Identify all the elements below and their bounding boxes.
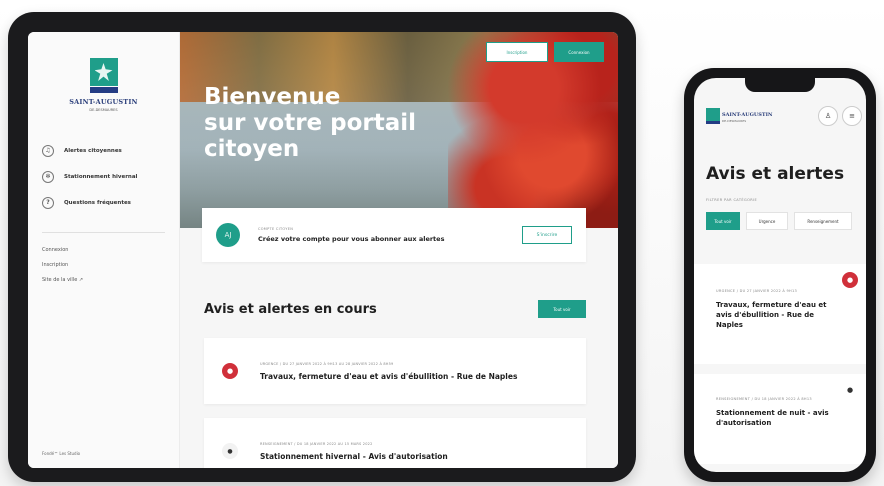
sidebar-item-label: Alertes citoyennes — [64, 148, 122, 154]
sidebar-divider — [42, 232, 165, 233]
alert-item[interactable]: ● URGENCE / DU 27 JANVIER 2022 À 9H13 AU… — [204, 338, 586, 404]
alert-title: Travaux, fermeture d'eau et avis d'ébull… — [260, 371, 518, 381]
sidebar-footer[interactable]: Fondé™ Les Studio — [42, 451, 80, 456]
register-link[interactable]: Inscription — [42, 258, 165, 273]
alert-title: Stationnement hivernal - Avis d'autorisa… — [260, 451, 448, 461]
page-title: Avis et alertes — [706, 164, 845, 184]
login-button[interactable]: Connexion — [554, 42, 604, 62]
drop-icon: ● — [222, 363, 238, 379]
logo-subtitle: DE-DESMAURES — [722, 119, 747, 123]
signup-eyebrow: COMPTE CITOYEN — [258, 227, 294, 231]
main-content: Bienvenue sur votre portail citoyen Insc… — [180, 32, 618, 468]
sidebar-nav: ♫ Alertes citoyennes ✻ Stationnement hiv… — [42, 138, 165, 216]
alert-card[interactable]: ● RENSEIGNEMENT / DU 18 JANVIER 2022 À 8… — [694, 374, 866, 464]
tablet-device: SAINT-AUGUSTIN DE-DESMAURES ♫ Alertes ci… — [8, 12, 636, 482]
menu-icon[interactable]: ≡ — [842, 106, 862, 126]
avatar: AJ — [216, 223, 240, 247]
tablet-screen: SAINT-AUGUSTIN DE-DESMAURES ♫ Alertes ci… — [28, 32, 618, 468]
alert-title: Travaux, fermeture d'eau et avis d'ébull… — [716, 301, 827, 329]
info-icon: ● — [222, 443, 238, 459]
signup-button[interactable]: S'inscrire — [522, 226, 572, 244]
hero-title: Bienvenue sur votre portail citoyen — [204, 84, 417, 162]
category-filters: Tout voir Urgence Renseignement — [706, 212, 852, 230]
sidebar-item-questions[interactable]: ? Questions fréquentes — [42, 190, 165, 216]
filter-renseignement[interactable]: Renseignement — [794, 212, 852, 230]
alert-meta: RENSEIGNEMENT / DU 18 JANVIER 2022 AU 15… — [260, 441, 373, 446]
filter-label: FILTRER PAR CATÉGORIE — [706, 198, 758, 202]
phone-device: SAINT-AUGUSTIN DE-DESMAURES ♙ ≡ Avis et … — [684, 68, 876, 482]
alert-title: Stationnement de nuit - avis d'autorisat… — [716, 409, 829, 427]
signup-card: AJ COMPTE CITOYEN Créez votre compte pou… — [202, 208, 586, 262]
info-icon: ● — [842, 382, 858, 398]
phone-notch — [745, 78, 815, 92]
alert-meta: RENSEIGNEMENT / DU 18 JANVIER 2022 À 8H1… — [716, 397, 812, 401]
city-logo[interactable] — [706, 108, 720, 124]
signup-copy: COMPTE CITOYEN Créez votre compte pour v… — [258, 227, 444, 243]
snowflake-icon: ✻ — [42, 171, 54, 183]
section-title: Avis et alertes en cours — [204, 302, 377, 317]
sidebar-item-label: Questions fréquentes — [64, 200, 131, 206]
mockup-stage: SAINT-AUGUSTIN DE-DESMAURES ♫ Alertes ci… — [0, 0, 884, 486]
question-icon: ? — [42, 197, 54, 209]
phone-screen: SAINT-AUGUSTIN DE-DESMAURES ♙ ≡ Avis et … — [694, 78, 866, 472]
user-icon[interactable]: ♙ — [818, 106, 838, 126]
alert-item[interactable]: ● RENSEIGNEMENT / DU 18 JANVIER 2022 AU … — [204, 418, 586, 468]
sidebar-item-stationnement[interactable]: ✻ Stationnement hivernal — [42, 164, 165, 190]
alert-meta: URGENCE / DU 27 JANVIER 2022 À 9H13 AU 2… — [260, 361, 394, 366]
see-all-button[interactable]: Tout voir — [538, 300, 586, 318]
bell-icon: ♫ — [42, 145, 54, 157]
header-actions: Inscription Connexion — [486, 42, 604, 62]
drop-icon: ● — [842, 272, 858, 288]
city-site-link[interactable]: Site de la ville ↗ — [42, 273, 165, 288]
alert-card[interactable]: ● URGENCE / DU 27 JANVIER 2022 À 9H13 Tr… — [694, 264, 866, 364]
filter-urgence[interactable]: Urgence — [746, 212, 788, 230]
alert-body: RENSEIGNEMENT / DU 18 JANVIER 2022 AU 15… — [260, 442, 448, 461]
sidebar-item-label: Stationnement hivernal — [64, 174, 138, 180]
alert-body: URGENCE / DU 27 JANVIER 2022 À 9H13 AU 2… — [260, 362, 517, 381]
city-logo[interactable] — [86, 58, 122, 94]
hero-banner: Bienvenue sur votre portail citoyen Insc… — [180, 32, 618, 228]
logo-subtitle: DE-DESMAURES — [89, 108, 118, 112]
sidebar: SAINT-AUGUSTIN DE-DESMAURES ♫ Alertes ci… — [28, 32, 180, 468]
alert-meta: URGENCE / DU 27 JANVIER 2022 À 9H13 — [716, 289, 798, 293]
login-link[interactable]: Connexion — [42, 243, 165, 258]
sidebar-item-alertes[interactable]: ♫ Alertes citoyennes — [42, 138, 165, 164]
register-button[interactable]: Inscription — [486, 42, 548, 62]
filter-all[interactable]: Tout voir — [706, 212, 740, 230]
logo-name: SAINT-AUGUSTIN — [69, 98, 138, 106]
logo-name: SAINT-AUGUSTIN — [722, 112, 773, 118]
signup-text: Créez votre compte pour vous abonner aux… — [258, 235, 445, 243]
